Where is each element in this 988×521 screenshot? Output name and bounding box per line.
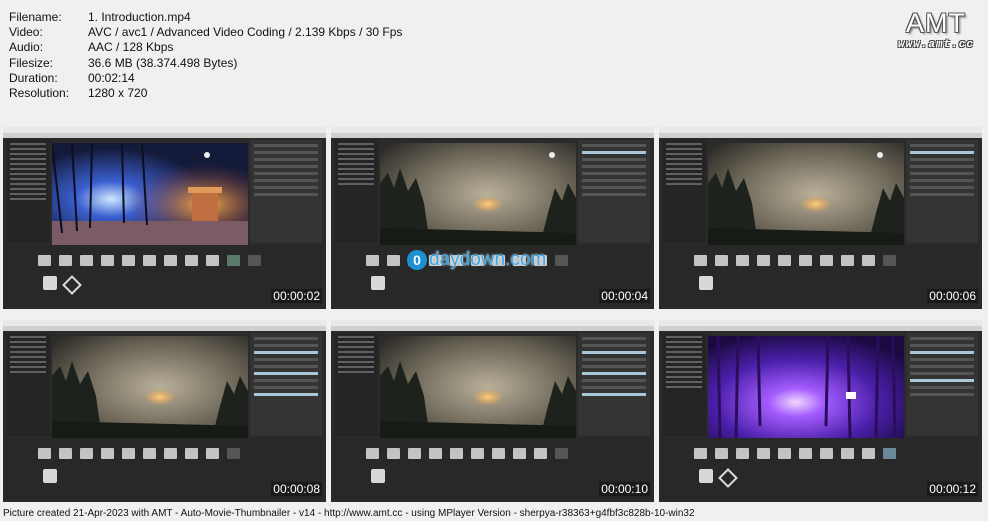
thumbnail-timestamp: 00:00:06 bbox=[927, 289, 978, 303]
info-row-filesize: Filesize: 36.6 MB (38.374.498 Bytes) bbox=[9, 55, 238, 70]
window-menubar bbox=[659, 133, 982, 138]
info-row-audio: Audio: AAC / 128 Kbps bbox=[9, 40, 174, 55]
window-menubar bbox=[3, 326, 326, 331]
thumbnail-timestamp: 00:00:12 bbox=[927, 482, 978, 496]
watermark-text: daydown.com bbox=[429, 249, 547, 270]
scene-view bbox=[708, 336, 904, 438]
project-folders bbox=[38, 255, 261, 266]
video-thumbnail-3[interactable]: 00:00:06 bbox=[659, 127, 982, 309]
hierarchy-panel bbox=[334, 140, 378, 243]
window-menubar bbox=[331, 326, 654, 331]
scene-view bbox=[52, 143, 248, 245]
scene-view bbox=[708, 143, 904, 245]
video-thumbnail-6[interactable]: 00:00:12 bbox=[659, 320, 982, 502]
info-row-filename: Filename: 1. Introduction.mp4 bbox=[9, 10, 191, 24]
inspector-panel bbox=[578, 333, 650, 436]
hierarchy-panel bbox=[334, 333, 378, 436]
thumbnail-timestamp: 00:00:08 bbox=[271, 482, 322, 496]
hierarchy-panel bbox=[662, 333, 706, 436]
hierarchy-panel bbox=[6, 140, 50, 243]
thumbnail-timestamp: 00:00:02 bbox=[271, 289, 322, 303]
info-row-duration: Duration: 00:02:14 bbox=[9, 70, 135, 85]
watermark-mark: 0 bbox=[407, 250, 427, 270]
amt-logo-url: www.amt.cc bbox=[897, 39, 974, 51]
asset-icon bbox=[699, 276, 713, 290]
asset-icon bbox=[371, 469, 385, 483]
window-menubar bbox=[3, 133, 326, 138]
thumbnail-timestamp: 00:00:04 bbox=[599, 289, 650, 303]
inspector-panel bbox=[250, 140, 322, 243]
asset-icon bbox=[43, 276, 57, 290]
project-folders bbox=[38, 448, 240, 459]
daydown-watermark: 0 daydown.com bbox=[407, 249, 546, 271]
info-row-video: Video: AVC / avc1 / Advanced Video Coding… bbox=[9, 25, 403, 40]
video-thumbnail-4[interactable]: 00:00:08 bbox=[3, 320, 326, 502]
video-thumbnail-5[interactable]: 00:00:10 bbox=[331, 320, 654, 502]
window-menubar bbox=[331, 133, 654, 138]
asset-icon bbox=[43, 469, 57, 483]
hierarchy-panel bbox=[662, 140, 706, 243]
footer-credit: Picture created 21-Apr-2023 with AMT - A… bbox=[3, 508, 695, 519]
file-info: Filename: 1. Introduction.mp4 Video: AVC /… bbox=[9, 10, 402, 101]
project-folders bbox=[694, 255, 896, 266]
amt-logo-text: AMT bbox=[905, 8, 966, 38]
asset-icon bbox=[699, 469, 713, 483]
project-folders bbox=[694, 448, 896, 459]
thumbnail-timestamp: 00:00:10 bbox=[599, 482, 650, 496]
video-thumbnail-2[interactable]: 00:00:04 bbox=[331, 127, 654, 309]
scene-view bbox=[380, 336, 576, 438]
project-folders bbox=[366, 448, 568, 459]
scene-view bbox=[52, 336, 248, 438]
inspector-panel bbox=[578, 140, 650, 243]
inspector-panel bbox=[250, 333, 322, 436]
scene-view bbox=[380, 143, 576, 245]
inspector-panel bbox=[906, 333, 978, 436]
inspector-panel bbox=[906, 140, 978, 243]
amt-logo: AMT www.amt.cc bbox=[898, 8, 974, 51]
video-thumbnail-1[interactable]: 00:00:02 bbox=[3, 127, 326, 309]
info-row-resolution: Resolution: 1280 x 720 bbox=[9, 86, 148, 101]
asset-icon bbox=[371, 276, 385, 290]
hierarchy-panel bbox=[6, 333, 50, 436]
window-menubar bbox=[659, 326, 982, 331]
